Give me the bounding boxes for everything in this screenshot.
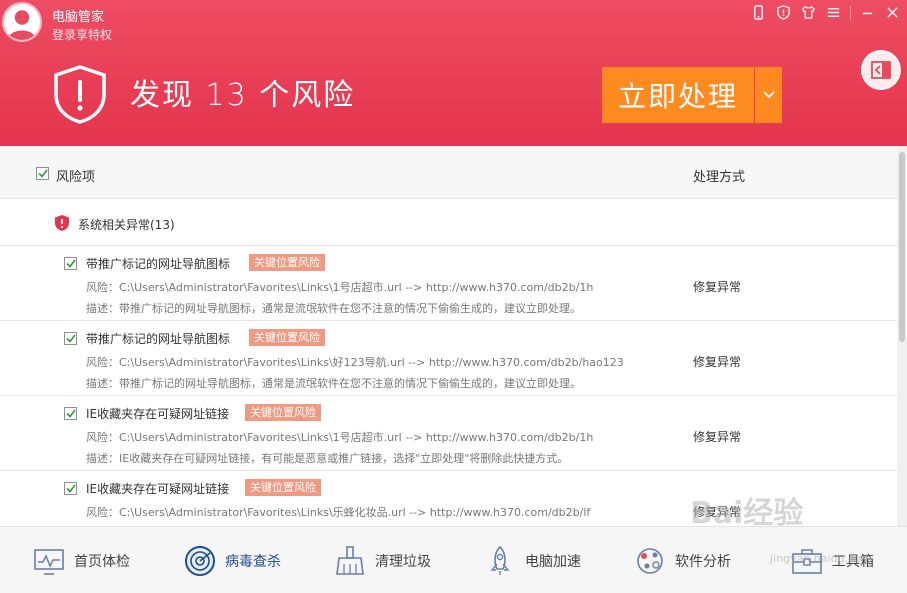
list-item[interactable]: IE收藏夹存在可疑网址链接 关键位置风险 风险：C:\Users\Adminis… bbox=[0, 471, 897, 526]
item-title: IE收藏夹存在可疑网址链接 bbox=[86, 482, 230, 496]
user-avatar[interactable] bbox=[2, 2, 42, 42]
menu-icon[interactable] bbox=[825, 4, 842, 21]
header-banner: 电脑管家 登录享特权 发现 13 个风险 立即处理 bbox=[0, 0, 907, 146]
list-item[interactable]: IE收藏夹存在可疑网址链接 关键位置风险 风险：C:\Users\Adminis… bbox=[0, 396, 897, 471]
check-icon bbox=[65, 259, 76, 268]
chevron-down-icon bbox=[762, 91, 775, 99]
scroll-thumb[interactable] bbox=[899, 152, 905, 342]
toolbox-icon bbox=[792, 548, 822, 574]
item-description: 描述：带推广标记的网址导航图标，通常是流氓软件在您不注意的情况下偷偷生成的，建议… bbox=[86, 377, 581, 390]
check-icon bbox=[65, 484, 76, 493]
list-scrollbar[interactable] bbox=[897, 146, 907, 526]
item-checkbox[interactable] bbox=[64, 332, 77, 345]
nav-label: 病毒查杀 bbox=[225, 553, 281, 570]
nav-label: 电脑加速 bbox=[525, 553, 581, 570]
fix-anomaly-link[interactable]: 修复异常 bbox=[693, 278, 741, 295]
fix-options-dropdown[interactable] bbox=[755, 67, 782, 123]
check-icon bbox=[37, 169, 48, 178]
nav-label: 首页体检 bbox=[74, 553, 130, 570]
column-handling: 处理方式 bbox=[693, 170, 746, 185]
list-item[interactable]: 带推广标记的网址导航图标 关键位置风险 风险：C:\Users\Administ… bbox=[0, 321, 897, 396]
group-system-anomaly[interactable]: 系统相关异常(13) bbox=[0, 200, 897, 246]
nav-label: 清理垃圾 bbox=[375, 553, 431, 570]
risk-tag: 关键位置风险 bbox=[249, 254, 325, 271]
list-item[interactable]: 带推广标记的网址导航图标 关键位置风险 风险：C:\Users\Administ… bbox=[0, 246, 897, 321]
minimize-icon[interactable] bbox=[859, 4, 876, 21]
login-link[interactable]: 登录享特权 bbox=[52, 26, 112, 43]
user-icon bbox=[7, 10, 37, 40]
exit-scan-button[interactable] bbox=[861, 50, 901, 90]
shield-small-icon[interactable] bbox=[775, 4, 792, 21]
group-label: 系统相关异常(13) bbox=[78, 218, 175, 232]
nav-toolbox[interactable]: 工具箱 bbox=[790, 527, 874, 593]
software-icon bbox=[637, 547, 663, 574]
nav-virus-scan[interactable]: 病毒查杀 bbox=[183, 527, 281, 593]
nav-software-analysis[interactable]: 软件分析 bbox=[633, 527, 731, 593]
close-icon[interactable] bbox=[884, 4, 901, 21]
red-shield-icon bbox=[55, 215, 69, 231]
fix-anomaly-link[interactable]: 修复异常 bbox=[693, 503, 741, 520]
item-description: 描述：IE收藏夹存在可疑网址链接，有可能是恶意或推广链接，选择"立即处理"将删除… bbox=[86, 452, 569, 465]
check-icon bbox=[65, 334, 76, 343]
item-title: 带推广标记的网址导航图标 bbox=[86, 257, 231, 271]
app-title: 电脑管家 bbox=[52, 10, 105, 25]
column-risk-item: 风险项 bbox=[56, 170, 96, 185]
skin-icon[interactable] bbox=[800, 4, 817, 21]
list-header: 风险项 处理方式 bbox=[0, 146, 897, 199]
nav-speed-up[interactable]: 电脑加速 bbox=[483, 527, 581, 593]
radar-icon bbox=[185, 545, 215, 576]
rocket-icon bbox=[490, 545, 510, 575]
nav-clean-junk[interactable]: 清理垃圾 bbox=[333, 527, 431, 593]
monitor-icon bbox=[34, 548, 64, 575]
nav-label: 软件分析 bbox=[675, 553, 731, 570]
item-risk-path: 风险：C:\Users\Administrator\Favorites\Link… bbox=[86, 281, 594, 294]
check-icon bbox=[65, 409, 76, 418]
risk-list: 风险项 处理方式 系统相关异常(13) 带推广标记的网址导航图标 关键位置风险 … bbox=[0, 146, 907, 526]
item-risk-path: 风险：C:\Users\Administrator\Favorites\Link… bbox=[86, 431, 594, 444]
fix-anomaly-link[interactable]: 修复异常 bbox=[693, 353, 741, 370]
fix-now-button[interactable]: 立即处理 bbox=[602, 67, 754, 123]
item-risk-path: 风险：C:\Users\Administrator\Favorites\Link… bbox=[86, 506, 591, 519]
window-controls bbox=[750, 4, 901, 21]
fix-anomaly-link[interactable]: 修复异常 bbox=[693, 428, 741, 445]
item-checkbox[interactable] bbox=[64, 257, 77, 270]
item-title: 带推广标记的网址导航图标 bbox=[86, 332, 231, 346]
nav-home-checkup[interactable]: 首页体检 bbox=[32, 527, 130, 593]
item-checkbox[interactable] bbox=[64, 407, 77, 420]
risk-headline: 发现 13 个风险 bbox=[130, 78, 356, 113]
risk-tag: 关键位置风险 bbox=[245, 479, 321, 496]
risk-tag: 关键位置风险 bbox=[245, 404, 321, 421]
item-risk-path: 风险：C:\Users\Administrator\Favorites\Link… bbox=[86, 356, 624, 369]
item-description: 描述：带推广标记的网址导航图标，通常是流氓软件在您不注意的情况下偷偷生成的，建议… bbox=[86, 302, 581, 315]
divider bbox=[850, 6, 851, 20]
bottom-nav: 首页体检 病毒查杀 清理垃圾 电脑加速 软件分析 工具箱 bbox=[0, 526, 907, 593]
phone-icon[interactable] bbox=[750, 4, 767, 21]
nav-label: 工具箱 bbox=[832, 553, 874, 570]
item-title: IE收藏夹存在可疑网址链接 bbox=[86, 407, 230, 421]
risk-tag: 关键位置风险 bbox=[249, 329, 325, 346]
select-all-checkbox[interactable] bbox=[36, 167, 49, 180]
exit-icon bbox=[871, 61, 891, 79]
item-checkbox[interactable] bbox=[64, 482, 77, 495]
broom-icon bbox=[336, 545, 364, 575]
warning-shield-icon bbox=[54, 65, 106, 124]
